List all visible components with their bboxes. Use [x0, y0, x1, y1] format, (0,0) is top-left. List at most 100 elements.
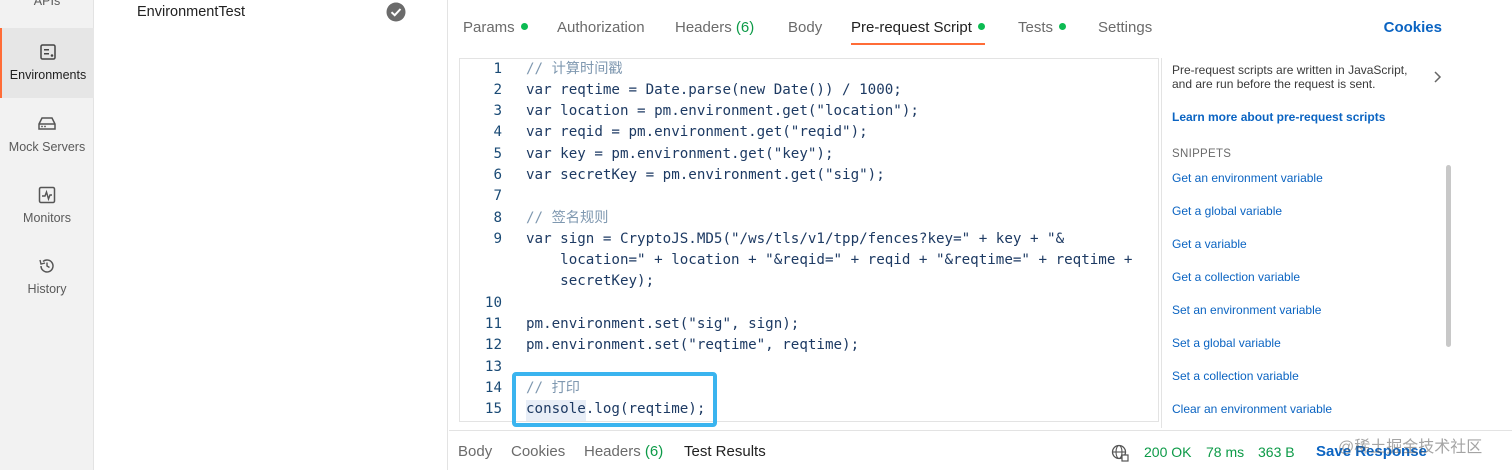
snippet-link[interactable]: Get an environment variable: [1172, 171, 1323, 185]
rail-apis-label: APIs: [33, 0, 61, 8]
rail-monitors-label: Monitors: [23, 211, 71, 225]
snippet-link[interactable]: Get a global variable: [1172, 204, 1282, 218]
tab-headers[interactable]: Headers (6): [675, 19, 754, 36]
tab-authorization[interactable]: Authorization: [557, 19, 645, 36]
code-line: 11 pm.environment.set("sig", sign);: [460, 314, 1150, 335]
environment-item-name[interactable]: EnvironmentTest: [137, 4, 245, 20]
code-text: // 签名规则: [526, 210, 609, 226]
line-number: 9: [493, 231, 502, 247]
snippets-panel: Pre-request scripts are written in JavaS…: [1161, 58, 1461, 428]
snippet-link[interactable]: Set a global variable: [1172, 336, 1281, 350]
line-number: 6: [493, 167, 502, 183]
snippets-heading: SNIPPETS: [1172, 148, 1232, 160]
response-status: 200 OK: [1144, 444, 1192, 460]
response-headers-count: (6): [644, 443, 664, 460]
line-number: 5: [493, 146, 502, 162]
chevron-right-icon[interactable]: [1432, 70, 1442, 84]
environments-icon: [40, 44, 56, 60]
tab-body[interactable]: Body: [788, 19, 822, 36]
rail-item-mock-servers[interactable]: Mock Servers: [0, 108, 94, 168]
rail-environments-label: Environments: [9, 68, 87, 82]
pre-request-indicator-dot: [977, 22, 985, 30]
params-indicator-dot: [520, 22, 528, 30]
tab-test-results[interactable]: Test Results: [684, 443, 766, 460]
code-line: secretKey);: [460, 271, 1150, 292]
left-sidebar: APIs Environments Mock Servers Monitors …: [0, 0, 94, 470]
monitor-icon: [38, 186, 56, 204]
tab-pre-request-label: Pre-request Script: [851, 19, 972, 36]
snippet-link[interactable]: Get a collection variable: [1172, 270, 1300, 284]
rail-item-environments[interactable]: Environments: [0, 28, 94, 98]
response-headers-label: Headers: [584, 443, 641, 460]
code-text: pm.environment.set("sig", sign);: [526, 316, 800, 332]
snippets-scrollbar[interactable]: [1446, 165, 1451, 347]
code-line: 3 var location = pm.environment.get("loca…: [460, 101, 1150, 122]
tab-pre-request-script[interactable]: Pre-request Script: [851, 19, 985, 45]
response-bar: Body Cookies Headers (6) Test Results 20…: [449, 430, 1512, 470]
code-line: 1 // 计算时间戳: [460, 59, 1150, 80]
watermark-text: @稀土掘金技术社区: [1338, 439, 1483, 456]
tab-response-body[interactable]: Body: [458, 443, 492, 460]
line-number: 10: [484, 295, 502, 311]
line-number: 7: [493, 188, 502, 204]
cookies-link[interactable]: Cookies: [1384, 19, 1442, 36]
snippet-link[interactable]: Set an environment variable: [1172, 303, 1321, 317]
code-text: var location = pm.environment.get("locat…: [526, 103, 919, 119]
code-line: 12 pm.environment.set("reqtime", reqtime)…: [460, 335, 1150, 356]
tests-indicator-dot: [1059, 22, 1067, 30]
tab-response-headers[interactable]: Headers (6): [584, 443, 663, 460]
rail-item-history[interactable]: History: [0, 250, 94, 310]
active-check-icon[interactable]: [386, 2, 406, 22]
code-line: 8 // 签名规则: [460, 208, 1150, 229]
rail-mock-servers-label: Mock Servers: [8, 140, 86, 154]
script-editor[interactable]: 1 // 计算时间戳 2 var reqtime = Date.parse(new …: [459, 58, 1159, 422]
code-text: var reqid = pm.environment.get("reqid");: [526, 124, 868, 140]
response-size: 363 B: [1258, 444, 1295, 460]
snippet-link[interactable]: Clear an environment variable: [1172, 402, 1332, 416]
code-line: 10: [460, 293, 1150, 314]
rail-history-label: History: [27, 282, 67, 296]
tab-tests[interactable]: Tests: [1018, 19, 1067, 36]
code-line: 2 var reqtime = Date.parse(new Date()) / …: [460, 80, 1150, 101]
rail-item-monitors[interactable]: Monitors: [0, 179, 94, 239]
code-text: var secretKey = pm.environment.get("sig"…: [526, 167, 885, 183]
line-number: 4: [493, 124, 502, 140]
line-number: 15: [484, 401, 502, 417]
tab-settings[interactable]: Settings: [1098, 19, 1152, 36]
code-text: // 计算时间戳: [526, 61, 623, 77]
line-number: 12: [484, 337, 502, 353]
mock-server-icon: [38, 117, 56, 130]
code-text: var key = pm.environment.get("key");: [526, 146, 834, 162]
tab-params[interactable]: Params: [463, 19, 528, 36]
environment-list: EnvironmentTest: [95, 0, 448, 470]
learn-more-link[interactable]: Learn more about pre-request scripts: [1172, 110, 1385, 124]
response-time: 78 ms: [1206, 444, 1245, 460]
rail-item-apis[interactable]: APIs: [0, 0, 94, 14]
line-number: 8: [493, 210, 502, 226]
code-line: 4 var reqid = pm.environment.get("reqid")…: [460, 122, 1150, 143]
line-number: 13: [484, 359, 502, 375]
code-line: 6 var secretKey = pm.environment.get("sig…: [460, 165, 1150, 186]
code-line: 5 var key = pm.environment.get("key");: [460, 144, 1150, 165]
tab-response-cookies[interactable]: Cookies: [511, 443, 565, 460]
pre-request-description: Pre-request scripts are written in JavaS…: [1172, 63, 1408, 91]
snippet-link[interactable]: Set a collection variable: [1172, 369, 1299, 383]
tab-params-label: Params: [463, 19, 515, 36]
headers-count: (6): [735, 19, 755, 36]
code-text: pm.environment.set("reqtime", reqtime);: [526, 337, 860, 353]
tab-headers-label: Headers: [675, 19, 732, 36]
line-number: 2: [493, 82, 502, 98]
history-icon: [39, 259, 54, 273]
tab-tests-label: Tests: [1018, 19, 1054, 36]
line-number: 3: [493, 103, 502, 119]
line-number: 14: [484, 380, 502, 396]
snippet-link[interactable]: Get a variable: [1172, 237, 1247, 251]
code-line: location=" + location + "&reqid=" + reqi…: [460, 250, 1150, 271]
code-text: secretKey);: [526, 273, 655, 289]
line-number: 11: [484, 316, 502, 332]
request-tabs: Params Authorization Headers (6) Body Pr…: [449, 0, 1512, 50]
request-panel: Params Authorization Headers (6) Body Pr…: [449, 0, 1512, 470]
line-number: 1: [493, 61, 502, 77]
annotation-highlight-box: [512, 372, 717, 427]
globe-icon[interactable]: [1111, 444, 1129, 462]
